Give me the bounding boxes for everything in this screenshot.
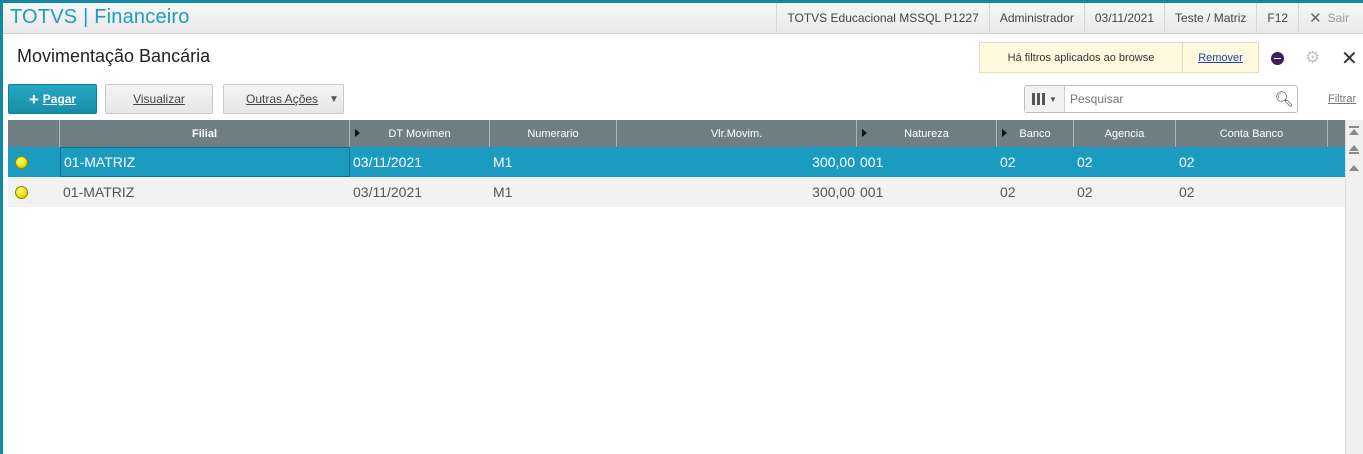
- gear-icon[interactable]: ⚙: [1305, 48, 1320, 68]
- value-cell[interactable]: 300,00: [617, 147, 857, 177]
- date-cell[interactable]: 03/11/2021: [350, 147, 490, 177]
- status-dot-icon: [15, 185, 28, 199]
- filter-notice: Há filtros aplicados ao browse Remover: [979, 42, 1259, 73]
- column-header-natureza[interactable]: Natureza: [857, 120, 997, 147]
- value-cell[interactable]: 300,00: [617, 177, 857, 207]
- app-title: TOTVS | Financeiro: [10, 6, 190, 28]
- scroll-mid-line: [1349, 152, 1359, 154]
- remove-filter-link[interactable]: Remover: [1183, 52, 1258, 64]
- natureza-cell[interactable]: 001: [857, 147, 997, 177]
- chevron-down-icon: ▼: [1049, 94, 1057, 104]
- status-cell[interactable]: [8, 177, 60, 207]
- environment-label[interactable]: TOTVS Educacional MSSQL P1227: [776, 3, 988, 33]
- pay-button[interactable]: + Pagar: [8, 84, 97, 114]
- agencia-cell[interactable]: 02: [1074, 147, 1176, 177]
- column-header-status[interactable]: [8, 120, 60, 147]
- column-header-agencia[interactable]: Agencia: [1074, 120, 1176, 147]
- pay-button-label: Pagar: [42, 92, 77, 106]
- minus-circle-icon[interactable]: [1271, 52, 1284, 65]
- banco-cell[interactable]: 02: [997, 147, 1074, 177]
- column-header-spacer: [1328, 120, 1345, 147]
- close-icon[interactable]: ✕: [1341, 46, 1358, 71]
- status-dot-icon: [15, 155, 28, 169]
- company-label[interactable]: Teste / Matriz: [1164, 3, 1256, 33]
- column-header-banco[interactable]: Banco: [997, 120, 1074, 147]
- sort-arrow-icon: [355, 129, 360, 137]
- search-bar: ▼ 🔍︎: [1024, 85, 1298, 113]
- column-header-label: Natureza: [904, 127, 949, 140]
- more-actions-button[interactable]: Outras Ações ▼: [223, 84, 344, 114]
- close-icon: ✕: [1309, 10, 1322, 27]
- column-header-filial[interactable]: Filial: [60, 120, 350, 147]
- session-info: TOTVS Educacional MSSQL P1227 Administra…: [776, 3, 1363, 33]
- exit-label: Sair: [1327, 11, 1349, 25]
- natureza-cell[interactable]: 001: [857, 177, 997, 207]
- column-header-vlr-movim[interactable]: Vlr.Movim.: [617, 120, 857, 147]
- scroll-top-line: [1349, 126, 1359, 128]
- user-label[interactable]: Administrador: [988, 3, 1084, 33]
- filter-notice-message: Há filtros aplicados ao browse: [980, 43, 1183, 72]
- conta-cell[interactable]: 02: [1176, 177, 1345, 207]
- filter-link[interactable]: Filtrar: [1328, 93, 1356, 105]
- numerario-cell[interactable]: M1: [490, 147, 617, 177]
- banco-cell[interactable]: 02: [997, 177, 1074, 207]
- column-header-label: DT Movimen: [388, 127, 451, 140]
- numerario-cell[interactable]: M1: [490, 177, 617, 207]
- search-input[interactable]: [1065, 86, 1271, 112]
- vertical-scrollbar[interactable]: [1345, 120, 1363, 454]
- column-header-conta-banco[interactable]: Conta Banco: [1176, 120, 1328, 147]
- agencia-cell[interactable]: 02: [1074, 177, 1176, 207]
- date-label[interactable]: 03/11/2021: [1083, 3, 1164, 33]
- filial-cell[interactable]: 01-MATRIZ: [60, 177, 350, 207]
- page-title: Movimentação Bancária: [17, 46, 211, 66]
- app-window: TOTVS | Financeiro TOTVS Educacional MSS…: [0, 0, 1363, 454]
- conta-cell[interactable]: 02: [1176, 147, 1345, 177]
- shortcut-label[interactable]: F12: [1256, 3, 1298, 33]
- column-header-label: Banco: [1019, 127, 1051, 140]
- status-cell[interactable]: [8, 147, 60, 177]
- sort-arrow-icon: [1002, 129, 1007, 137]
- plus-icon: +: [28, 89, 39, 109]
- table-row[interactable]: 01-MATRIZ 03/11/2021 M1 300,00 001 02 02…: [8, 177, 1345, 207]
- date-cell[interactable]: 03/11/2021: [350, 177, 490, 207]
- table-row[interactable]: 01-MATRIZ 03/11/2021 M1 300,00 001 02 02…: [8, 147, 1345, 177]
- scroll-up-icon[interactable]: [1349, 165, 1359, 171]
- more-actions-label: Outras Ações: [246, 92, 319, 106]
- columns-selector[interactable]: ▼: [1025, 86, 1065, 112]
- data-grid: Filial DT Movimen Numerario Vlr.Movim. N…: [8, 120, 1345, 207]
- column-header-dt-movimen[interactable]: DT Movimen: [350, 120, 490, 147]
- scroll-page-up-icon[interactable]: [1349, 145, 1359, 151]
- view-button[interactable]: Visualizar: [105, 84, 213, 114]
- filial-cell[interactable]: 01-MATRIZ: [60, 147, 350, 177]
- sort-arrow-icon: [862, 129, 867, 137]
- scroll-first-icon[interactable]: [1349, 129, 1359, 135]
- exit-button[interactable]: ✕ Sair: [1298, 3, 1363, 33]
- column-header-numerario[interactable]: Numerario: [490, 120, 617, 147]
- chevron-down-icon: ▼: [329, 93, 339, 105]
- search-icon[interactable]: 🔍︎: [1271, 90, 1297, 108]
- columns-icon: [1032, 93, 1046, 105]
- grid-header: Filial DT Movimen Numerario Vlr.Movim. N…: [8, 120, 1345, 147]
- top-bar: TOTVS | Financeiro TOTVS Educacional MSS…: [3, 3, 1363, 34]
